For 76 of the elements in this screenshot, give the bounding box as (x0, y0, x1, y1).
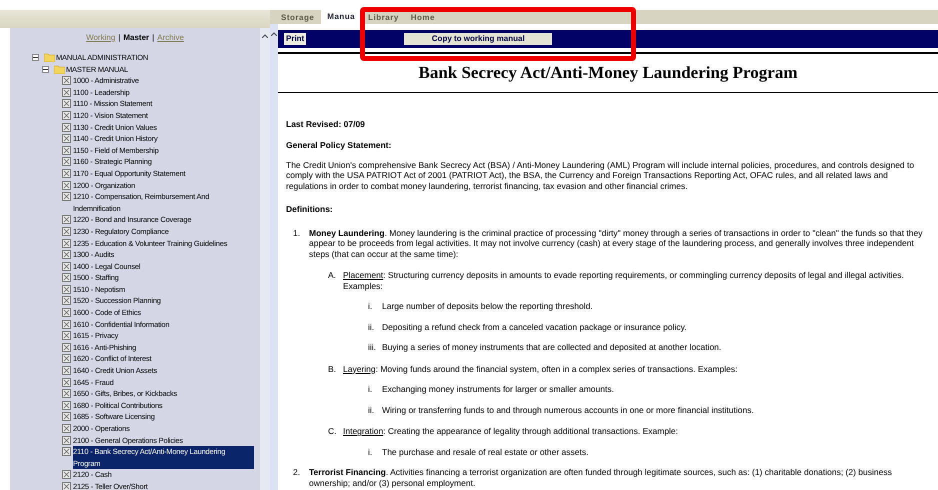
document-icon (62, 76, 71, 86)
document-icon (62, 180, 71, 190)
list-numeral: i. (368, 446, 374, 457)
list-numeral: ii. (368, 322, 376, 332)
list-number: 1. (292, 228, 302, 240)
folder-icon (54, 64, 65, 74)
scrollbar[interactable] (260, 28, 270, 490)
definition-paragraph: Layering: Moving funds around the financial system, often in a complex series of transactions. Examples: (343, 364, 739, 374)
document-icon (62, 215, 71, 224)
document-icon (62, 331, 71, 340)
example-text: Depositing a refund check from a canceled vacation package or insurance policy. (382, 322, 687, 332)
definition-paragraph: Money Laundering. Money laundering is the criminal practice of processing "dirty" money through a series of transactions in order to "clean" the funds so that they appear to be proceeds from legal activities. It may not involve currency (cash) at every stage of the laundering process, and generally involves three independent steps (that can occur at the same time): (308, 228, 924, 259)
document-icon (62, 226, 71, 236)
document-icon (62, 146, 71, 155)
tab[interactable]: Storage (276, 12, 320, 24)
document-icon (62, 88, 71, 97)
document-icon (62, 366, 71, 376)
document-icon (62, 296, 71, 306)
list-numeral: ii. (368, 404, 376, 415)
toolbar-button[interactable]: Copy to working manual (404, 33, 552, 45)
document-icon (62, 192, 71, 202)
policy-paragraph: The Credit Union's comprehensive Bank Secrecy Act (BSA) / Anti-Money Laundering (AML) Program will include internal policies, procedures, and controls designed to comply with the USA PATRIOT Act of 2001 (PATRIOT Act), the BSA, the Currency and Foreign Transactions Reporting Act, OFAC rules, and all related laws and regulations in order to combat money laundering, terrorist financing, tax evasion and other financial crimes. (286, 160, 916, 191)
list-letter: A. (328, 270, 338, 282)
tab[interactable]: Home (406, 12, 440, 24)
definition-paragraph: Placement: Structuring currency deposits in amounts to evade reporting requirements, or commingling currency deposits of legal and illegal activities. Examples: (343, 270, 905, 291)
example-text: Exchanging money instruments for larger or smaller amounts. (382, 384, 614, 394)
collapse-toggle[interactable] (42, 66, 49, 73)
document-icon (62, 157, 71, 166)
toolbar-button[interactable]: Print (284, 33, 306, 45)
document-icon (62, 250, 71, 260)
example-text: Large number of deposits below the reporting threshold. (382, 301, 593, 312)
list-numeral: i. (368, 384, 374, 394)
document-icon (62, 134, 71, 144)
document-icon (62, 354, 71, 364)
document-icon (62, 378, 71, 387)
example-text: The purchase and resale of real estate or other assets. (382, 446, 588, 457)
definition-paragraph: Terrorist Financing. Activities financing a terrorist organization are often funded through legitimate sources, such as: (1) charitable donations; (2) business ownership; and/or (3) personal employment. (308, 467, 893, 488)
list-numeral: iii. (368, 342, 378, 352)
document-icon (62, 284, 71, 294)
example-text: Buying a series of money instruments that are collected and deposited at another location. (382, 342, 722, 352)
document-icon (62, 389, 71, 398)
document-icon (62, 262, 71, 271)
document-icon (62, 99, 71, 108)
separator-text: | (152, 32, 154, 44)
document-icon (62, 436, 71, 445)
separator-text: | (118, 32, 120, 44)
tab[interactable]: Library (363, 12, 404, 24)
document-icon (62, 238, 71, 248)
document-icon (62, 110, 71, 120)
document-icon (62, 470, 71, 480)
document-icon (62, 308, 71, 318)
document-icon (62, 273, 71, 282)
folder-icon (44, 53, 55, 62)
document-icon (62, 447, 71, 456)
list-numeral: i. (368, 301, 374, 312)
section-heading: Definitions: (286, 204, 334, 214)
view-link[interactable]: Master (123, 32, 150, 44)
section-heading: General Policy Statement: (286, 140, 392, 150)
collapse-toggle[interactable] (32, 54, 39, 62)
scrollbar[interactable] (270, 24, 278, 490)
tab[interactable]: Manua (321, 10, 362, 24)
document-icon (62, 400, 71, 410)
example-text: Wiring or transferring funds to and through numerous accounts in one or more financial institutions. (382, 404, 754, 415)
document-icon (62, 320, 71, 329)
list-letter: B. (328, 364, 338, 374)
document-title: Bank Secrecy Act/Anti-Money Laundering Program (418, 63, 798, 82)
list-number: 2. (292, 467, 302, 479)
revision-date: Last Revised: 07/09 (286, 118, 366, 129)
document-icon (62, 342, 71, 352)
document-icon (62, 122, 71, 132)
document-icon (62, 482, 71, 490)
document-icon (62, 424, 71, 433)
document-icon (62, 412, 71, 422)
list-letter: C. (328, 426, 338, 436)
definition-paragraph: Integration: Creating the appearance of legality through additional transactions. Example: (343, 426, 680, 436)
document-icon (62, 168, 71, 178)
